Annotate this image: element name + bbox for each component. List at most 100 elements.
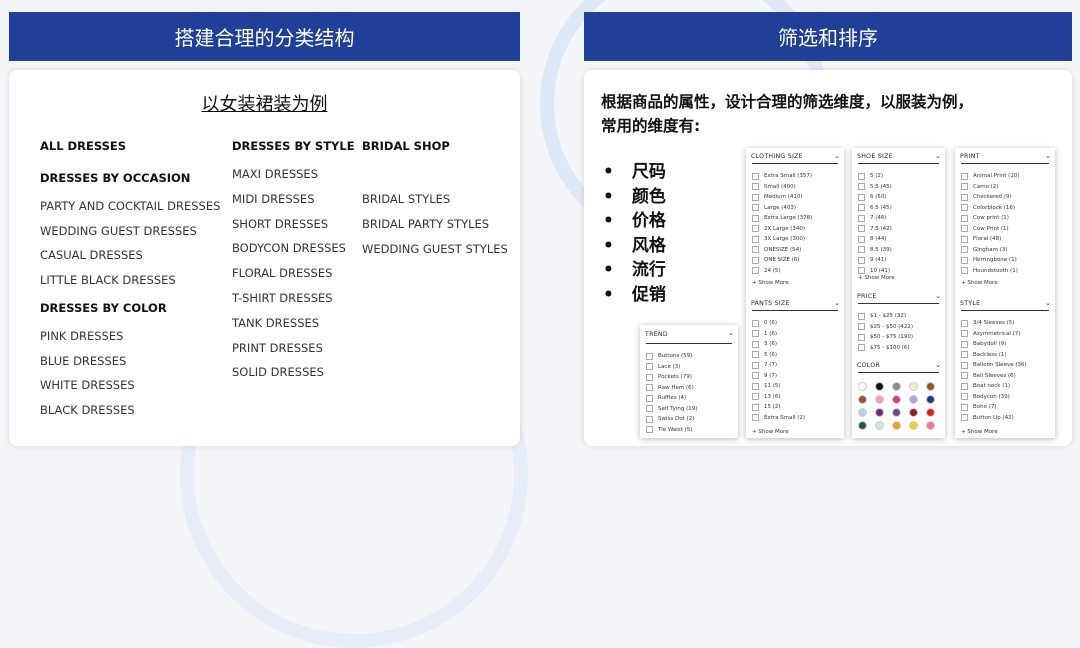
- filter-option-checkbox[interactable]: Extra Large (378): [752, 213, 812, 223]
- filter-option-checkbox[interactable]: 8.5 (39): [858, 245, 892, 255]
- filter-option-checkbox[interactable]: 7.5 (42): [858, 224, 892, 234]
- category-link[interactable]: SOLID DRESSES: [232, 365, 324, 379]
- filter-option-checkbox[interactable]: Large (403): [752, 203, 796, 213]
- filter-option-checkbox[interactable]: Backless (1): [961, 350, 1007, 360]
- category-link[interactable]: PRINT DRESSES: [232, 341, 323, 355]
- checkbox-icon[interactable]: [858, 256, 865, 264]
- category-link[interactable]: FLORAL DRESSES: [232, 266, 332, 280]
- checkbox-icon[interactable]: [752, 382, 759, 390]
- category-link[interactable]: BLUE DRESSES: [40, 354, 126, 368]
- color-swatch[interactable]: [858, 395, 867, 404]
- color-swatch[interactable]: [875, 421, 884, 430]
- category-heading-all[interactable]: ALL DRESSES: [40, 139, 126, 153]
- chevron-down-icon[interactable]: ⌄: [728, 329, 734, 337]
- checkbox-icon[interactable]: [752, 246, 759, 253]
- checkbox-icon[interactable]: [961, 330, 968, 337]
- checkbox-icon[interactable]: [961, 372, 968, 379]
- filter-option-checkbox[interactable]: Extra Small (357): [752, 171, 812, 181]
- filter-option-checkbox[interactable]: Bell Sleeves (6): [961, 371, 1016, 381]
- filter-option-checkbox[interactable]: Bodycon (39): [961, 392, 1010, 402]
- filter-option-checkbox[interactable]: Cow Print (1): [961, 224, 1009, 234]
- checkbox-icon[interactable]: [752, 393, 759, 400]
- checkbox-icon[interactable]: [961, 256, 968, 264]
- filter-option-checkbox[interactable]: 6.5 (45): [858, 203, 892, 213]
- checkbox-icon[interactable]: [961, 319, 968, 327]
- checkbox-icon[interactable]: [752, 403, 759, 411]
- color-swatch[interactable]: [926, 421, 935, 430]
- checkbox-icon[interactable]: [646, 363, 653, 370]
- checkbox-icon[interactable]: [858, 225, 865, 232]
- checkbox-icon[interactable]: [752, 183, 759, 190]
- checkbox-icon[interactable]: [752, 372, 759, 379]
- filter-option-checkbox[interactable]: Small (400): [752, 182, 796, 192]
- filter-option-checkbox[interactable]: 2X Large (340): [752, 224, 805, 234]
- checkbox-icon[interactable]: [858, 333, 865, 341]
- color-swatch[interactable]: [909, 421, 918, 430]
- checkbox-icon[interactable]: [961, 225, 968, 232]
- color-swatch[interactable]: [858, 421, 867, 430]
- category-link[interactable]: BRIDAL PARTY STYLES: [362, 217, 489, 231]
- checkbox-icon[interactable]: [961, 235, 968, 243]
- checkbox-icon[interactable]: [752, 256, 759, 264]
- checkbox-icon[interactable]: [858, 204, 865, 211]
- checkbox-icon[interactable]: [858, 214, 865, 222]
- color-swatch[interactable]: [909, 382, 918, 391]
- checkbox-icon[interactable]: [858, 172, 865, 180]
- chevron-down-icon[interactable]: ⌄: [935, 152, 941, 160]
- color-swatch[interactable]: [892, 395, 901, 404]
- filter-option-checkbox[interactable]: Asymmetrical (7): [961, 329, 1020, 339]
- chevron-down-icon[interactable]: ⌄: [834, 152, 840, 160]
- color-swatch[interactable]: [858, 408, 867, 417]
- checkbox-icon[interactable]: [752, 414, 759, 421]
- color-swatch[interactable]: [926, 408, 935, 417]
- checkbox-icon[interactable]: [858, 246, 865, 253]
- filter-option-checkbox[interactable]: 7 (46): [858, 213, 887, 223]
- checkbox-icon[interactable]: [752, 235, 759, 243]
- category-link[interactable]: PINK DRESSES: [40, 329, 123, 343]
- filter-option-checkbox[interactable]: 8 (44): [858, 234, 887, 244]
- color-swatch[interactable]: [875, 382, 884, 391]
- filter-option-checkbox[interactable]: 9 (41): [858, 255, 887, 265]
- filter-option-checkbox[interactable]: 11 (5): [752, 381, 781, 391]
- filter-option-checkbox[interactable]: Self Tying (19): [646, 404, 697, 414]
- filter-option-checkbox[interactable]: Swiss Dot (2): [646, 414, 694, 424]
- checkbox-icon[interactable]: [858, 344, 865, 351]
- filter-option-checkbox[interactable]: 3X Large (300): [752, 234, 805, 244]
- filter-option-checkbox[interactable]: Colorblock (16): [961, 203, 1015, 213]
- filter-option-checkbox[interactable]: ONESIZE (54): [752, 245, 801, 255]
- category-link[interactable]: LITTLE BLACK DRESSES: [40, 273, 176, 287]
- checkbox-icon[interactable]: [646, 426, 653, 433]
- filter-option-checkbox[interactable]: Floral (48): [961, 234, 1001, 244]
- filter-option-checkbox[interactable]: 0 (6): [752, 318, 777, 328]
- filter-option-checkbox[interactable]: 6 (50): [858, 192, 887, 202]
- filter-option-checkbox[interactable]: Medium (410): [752, 192, 803, 202]
- color-swatch[interactable]: [892, 382, 901, 391]
- category-link[interactable]: BRIDAL STYLES: [362, 192, 450, 206]
- show-more-link[interactable]: + Show More: [752, 429, 789, 435]
- filter-option-checkbox[interactable]: $25 - $50 (422): [858, 322, 913, 332]
- filter-option-checkbox[interactable]: 10 (41): [858, 266, 890, 276]
- filter-option-checkbox[interactable]: Boat neck (1): [961, 381, 1010, 391]
- checkbox-icon[interactable]: [858, 312, 865, 320]
- filter-option-checkbox[interactable]: 13 (6): [752, 392, 781, 402]
- checkbox-icon[interactable]: [646, 384, 653, 391]
- filter-option-checkbox[interactable]: Raw Hem (6): [646, 383, 694, 393]
- chevron-down-icon[interactable]: ⌄: [935, 361, 941, 369]
- checkbox-icon[interactable]: [961, 393, 968, 400]
- category-link[interactable]: MAXI DRESSES: [232, 167, 318, 181]
- category-link[interactable]: T-SHIRT DRESSES: [232, 291, 333, 305]
- checkbox-icon[interactable]: [961, 172, 968, 180]
- checkbox-icon[interactable]: [858, 323, 865, 330]
- filter-option-checkbox[interactable]: 1 (6): [752, 329, 777, 339]
- checkbox-icon[interactable]: [752, 193, 759, 201]
- filter-option-checkbox[interactable]: Buttons (59): [646, 351, 692, 361]
- show-more-link[interactable]: + Show More: [858, 275, 895, 281]
- filter-option-checkbox[interactable]: Checkered (9): [961, 192, 1012, 202]
- checkbox-icon[interactable]: [646, 394, 653, 402]
- filter-option-checkbox[interactable]: $50 - $75 (190): [858, 332, 913, 342]
- color-swatch[interactable]: [909, 408, 918, 417]
- checkbox-icon[interactable]: [961, 246, 968, 253]
- category-link[interactable]: CASUAL DRESSES: [40, 248, 143, 262]
- checkbox-icon[interactable]: [961, 351, 968, 358]
- checkbox-icon[interactable]: [858, 193, 865, 201]
